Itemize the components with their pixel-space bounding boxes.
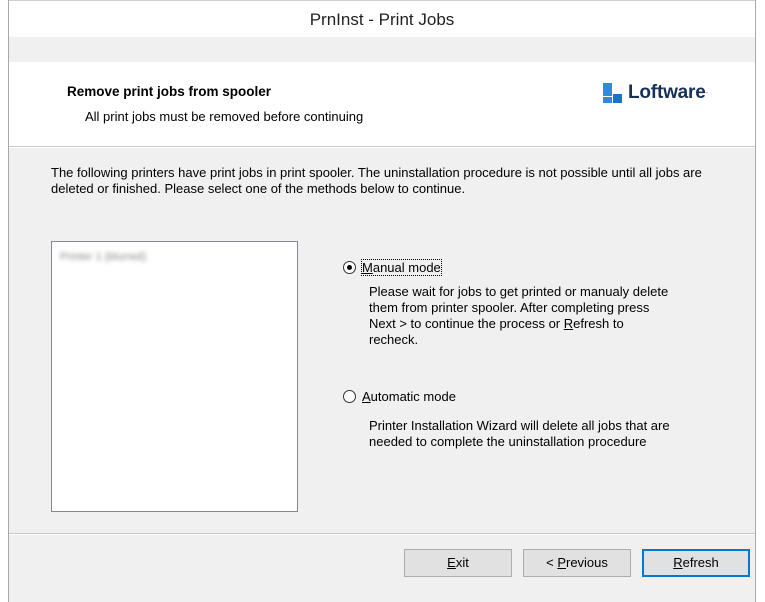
wizard-window: PrnInst - Print Jobs Remove print jobs f…	[8, 0, 756, 602]
title-bar[interactable]: PrnInst - Print Jobs	[9, 0, 755, 37]
header-panel: Remove print jobs from spooler All print…	[9, 62, 755, 147]
refresh-button[interactable]: Refresh	[642, 549, 750, 577]
header-title: Remove print jobs from spooler	[67, 84, 272, 99]
manual-mode-option[interactable]: Manual mode	[343, 259, 442, 276]
header-subtitle: All print jobs must be removed before co…	[85, 109, 364, 124]
logo-text: Loftware	[628, 82, 706, 103]
manual-mode-description: Please wait for jobs to get printed or m…	[369, 284, 669, 347]
automatic-mode-label[interactable]: Automatic mode	[362, 389, 456, 404]
manual-mode-label[interactable]: Manual mode	[361, 259, 442, 276]
automatic-mode-radio[interactable]	[343, 390, 356, 403]
loftware-logo: Loftware ·	[603, 82, 708, 104]
manual-mode-radio[interactable]	[343, 261, 356, 274]
automatic-mode-description: Printer Installation Wizard will delete …	[369, 418, 670, 449]
window-title: PrnInst - Print Jobs	[309, 10, 455, 29]
instructions-text: The following printers have print jobs i…	[51, 165, 702, 196]
printer-list-item[interactable]: Printer 1 (blurred)	[60, 251, 146, 263]
printer-listbox[interactable]: Printer 1 (blurred)	[51, 241, 298, 512]
logo-trademark: ·	[705, 88, 709, 97]
loftware-logo-icon	[603, 83, 623, 103]
exit-button[interactable]: Exit	[404, 549, 512, 577]
header-separator	[9, 147, 755, 148]
automatic-mode-option[interactable]: Automatic mode	[343, 389, 456, 404]
previous-button[interactable]: < Previous	[523, 549, 631, 577]
